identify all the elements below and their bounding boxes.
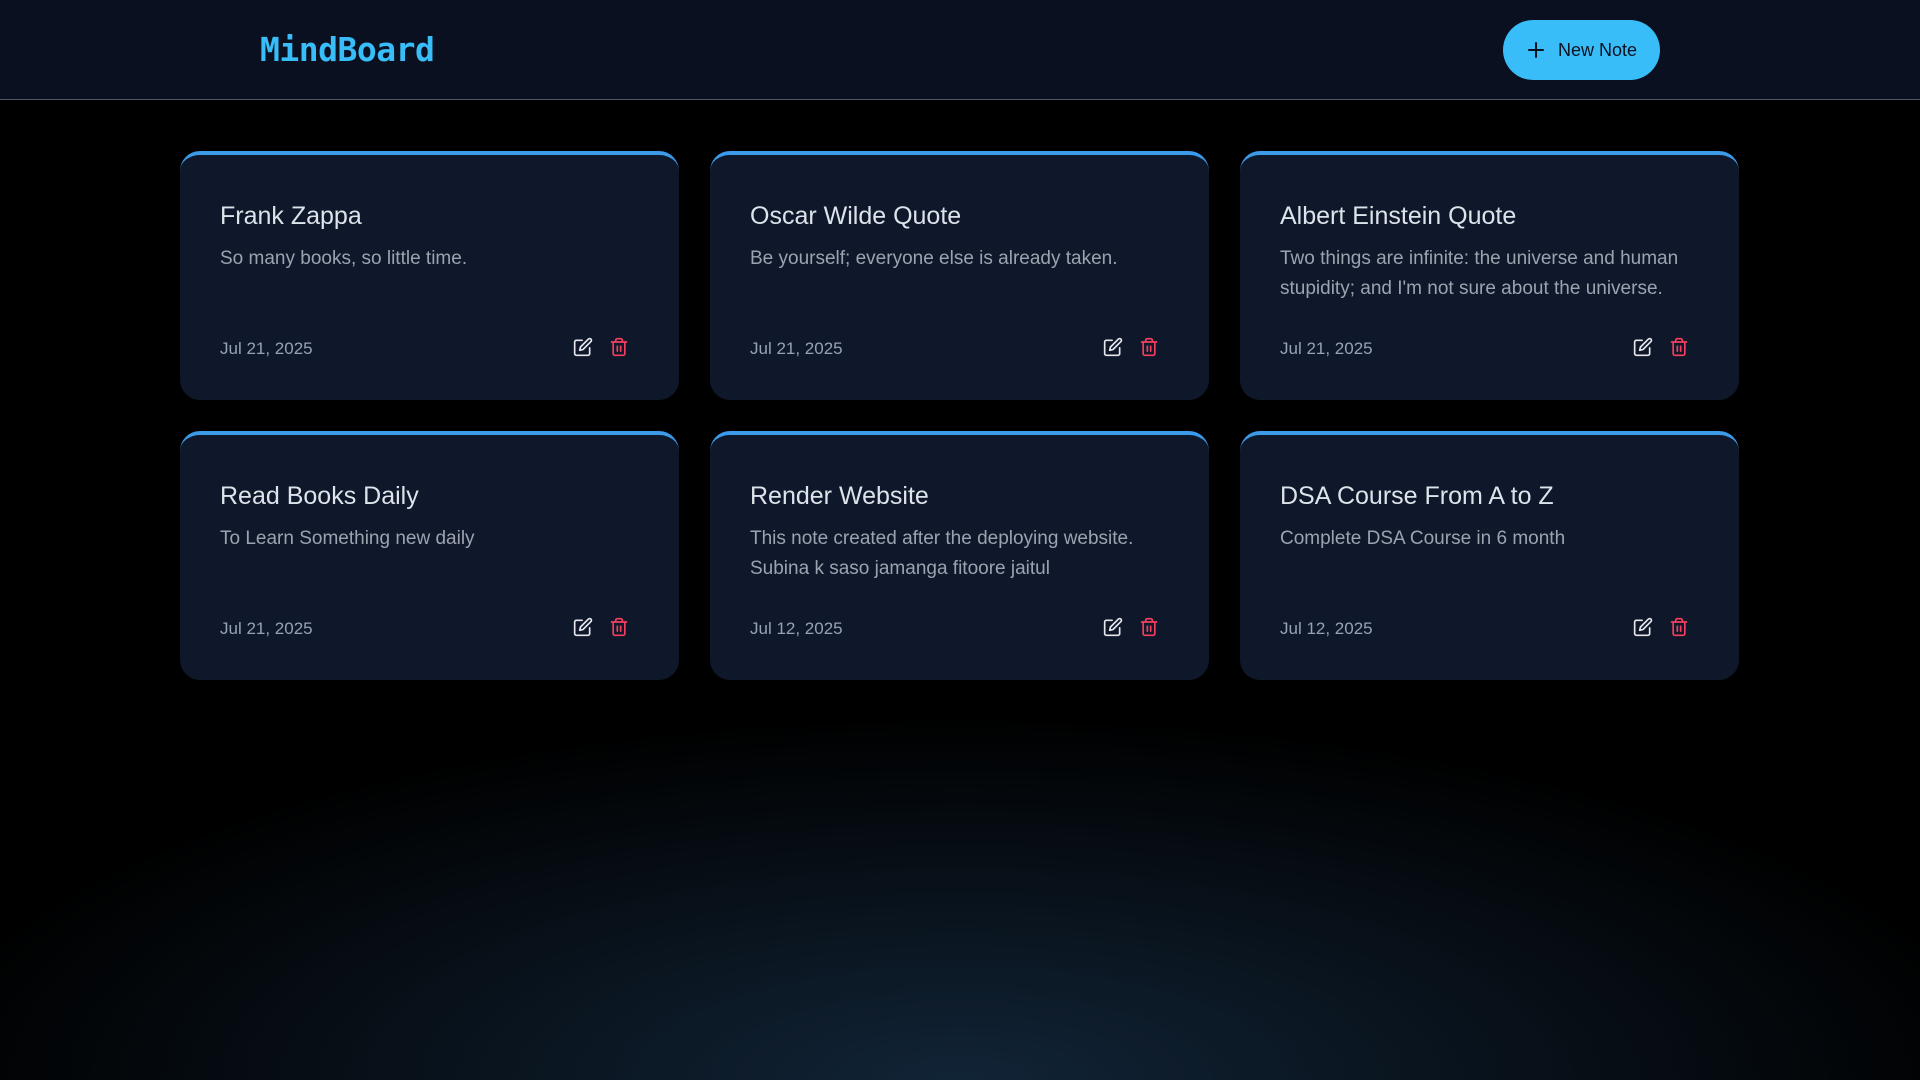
note-date: Jul 12, 2025	[750, 619, 843, 638]
edit-note-button[interactable]	[1633, 337, 1653, 357]
new-note-button[interactable]: New Note	[1503, 20, 1660, 80]
edit-note-button[interactable]	[573, 337, 593, 357]
note-title: Oscar Wilde Quote	[750, 202, 962, 230]
edit-note-button[interactable]	[1103, 337, 1123, 357]
edit-icon	[573, 617, 593, 637]
note-content: So many books, so little time.	[220, 248, 468, 269]
note-date: Jul 12, 2025	[1280, 619, 1373, 638]
note-date: Jul 21, 2025	[750, 339, 843, 358]
notes-grid: Frank Zappa So many books, so little tim…	[180, 151, 1739, 680]
trash-icon	[610, 617, 628, 637]
note-card: DSA Course From A to Z Complete DSA Cour…	[1240, 431, 1739, 680]
delete-note-button[interactable]	[609, 617, 629, 637]
note-date: Jul 21, 2025	[1280, 339, 1373, 358]
note-content: Two things are infinite: the universe an…	[1280, 248, 1679, 299]
note-card: Oscar Wilde Quote Be yourself; everyone …	[710, 151, 1209, 400]
note-title: Render Website	[750, 482, 929, 510]
delete-note-button[interactable]	[1139, 617, 1159, 637]
edit-icon	[1103, 337, 1123, 357]
edit-note-button[interactable]	[1103, 617, 1123, 637]
note-card: Read Books Daily To Learn Something new …	[180, 431, 679, 680]
note-card: Frank Zappa So many books, so little tim…	[180, 151, 679, 400]
edit-note-button[interactable]	[1633, 617, 1653, 637]
note-card: Render Website This note created after t…	[710, 431, 1209, 680]
note-title: Frank Zappa	[220, 202, 362, 230]
note-title: DSA Course From A to Z	[1280, 482, 1554, 510]
app-logo[interactable]: MindBoard	[260, 30, 435, 70]
plus-icon	[1527, 42, 1544, 58]
note-content: Be yourself; everyone else is already ta…	[750, 248, 1118, 269]
note-card: Albert Einstein Quote Two things are inf…	[1240, 151, 1739, 400]
edit-note-button[interactable]	[573, 617, 593, 637]
note-actions	[1103, 617, 1159, 637]
note-actions	[1633, 617, 1689, 637]
trash-icon	[1670, 337, 1688, 357]
note-actions	[573, 337, 629, 357]
edit-icon	[1633, 337, 1653, 357]
note-content: Complete DSA Course in 6 month	[1280, 528, 1566, 549]
delete-note-button[interactable]	[1139, 337, 1159, 357]
trash-icon	[610, 337, 628, 357]
note-title: Read Books Daily	[220, 482, 419, 510]
note-actions	[1633, 337, 1689, 357]
new-note-label: New Note	[1557, 39, 1638, 60]
note-content: This note created after the deploying we…	[750, 528, 1134, 579]
edit-icon	[1103, 617, 1123, 637]
note-actions	[573, 617, 629, 637]
trash-icon	[1140, 617, 1158, 637]
delete-note-button[interactable]	[1669, 617, 1689, 637]
note-actions	[1103, 337, 1159, 357]
delete-note-button[interactable]	[1669, 337, 1689, 357]
note-date: Jul 21, 2025	[220, 619, 313, 638]
trash-icon	[1140, 337, 1158, 357]
trash-icon	[1670, 617, 1688, 637]
edit-icon	[1633, 617, 1653, 637]
note-date: Jul 21, 2025	[220, 339, 313, 358]
note-title: Albert Einstein Quote	[1280, 202, 1517, 230]
note-content: To Learn Something new daily	[220, 528, 475, 549]
edit-icon	[573, 337, 593, 357]
app-header: MindBoard New Note	[0, 0, 1920, 100]
delete-note-button[interactable]	[609, 337, 629, 357]
